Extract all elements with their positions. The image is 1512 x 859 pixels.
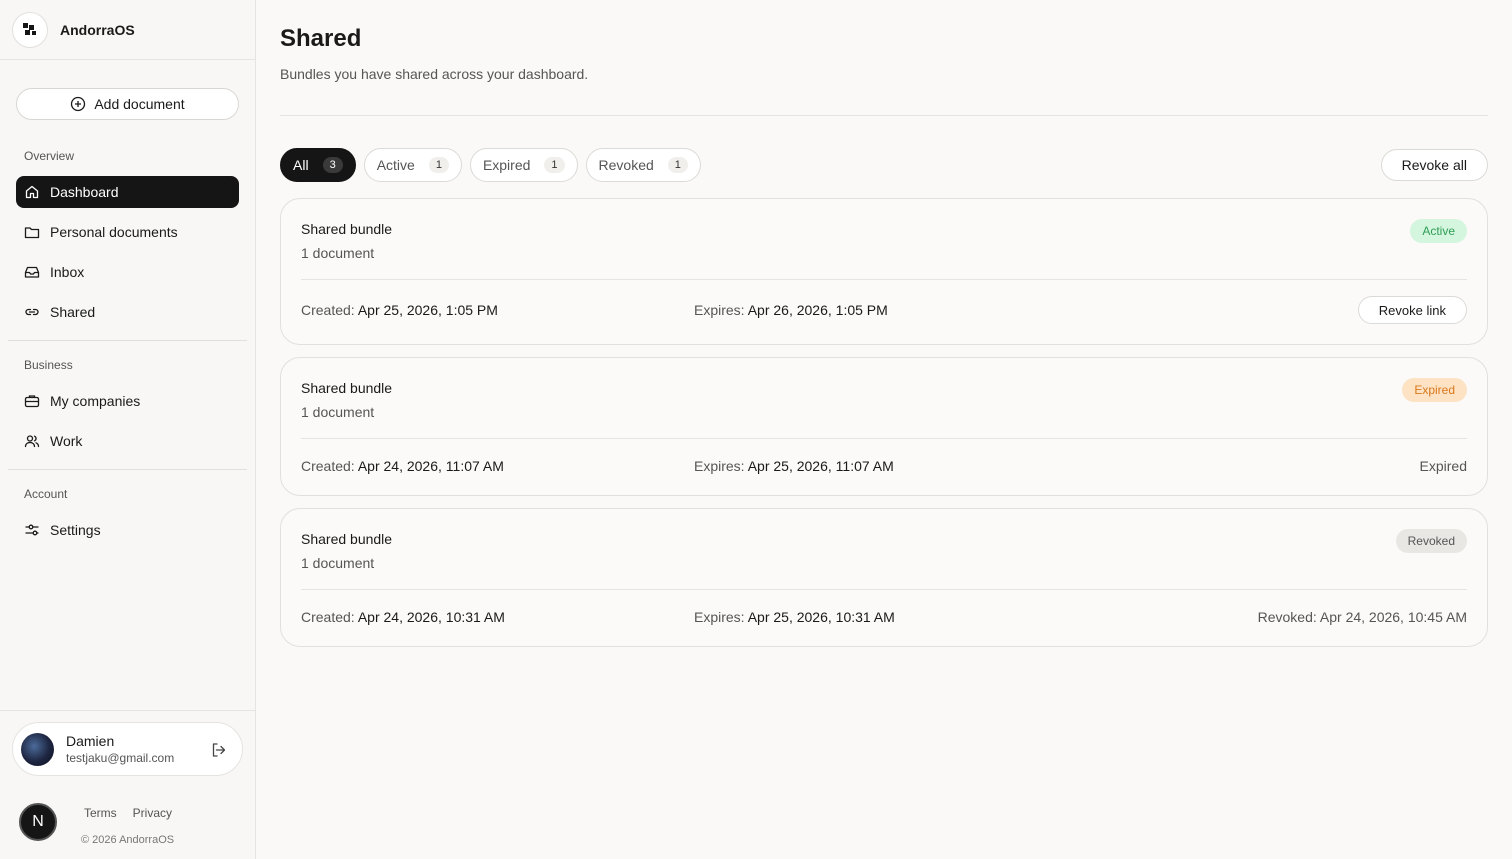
filter-tab-expired[interactable]: Expired 1	[469, 148, 578, 182]
status-badge: Active	[1410, 219, 1467, 243]
filter-tab-revoked[interactable]: Revoked 1	[585, 148, 701, 182]
brand[interactable]: AndorraOS	[0, 0, 255, 60]
revoke-all-button[interactable]: Revoke all	[1380, 149, 1488, 181]
sidebar-divider	[8, 469, 247, 470]
filter-tab-all[interactable]: All 3	[280, 148, 356, 182]
filter-label: Expired	[482, 157, 531, 173]
filter-tab-active[interactable]: Active 1	[363, 148, 462, 182]
page-subtitle: Bundles you have shared across your dash…	[280, 66, 589, 82]
folder-icon	[24, 227, 40, 239]
sidebar-item-label: My companies	[50, 393, 141, 409]
home-icon	[25, 185, 39, 199]
privacy-link[interactable]: Privacy	[133, 806, 172, 820]
filter-count: 1	[544, 157, 565, 173]
revoked-date: Revoked: Apr 24, 2026, 10:45 AM	[1257, 609, 1467, 625]
app-name: AndorraOS	[60, 21, 135, 38]
sidebar-item-label: Dashboard	[50, 184, 119, 200]
revoke-link-button[interactable]: Revoke link	[1357, 296, 1467, 324]
user-card[interactable]: Damien testjaku@gmail.com	[12, 722, 243, 776]
filter-count: 3	[322, 157, 343, 173]
inbox-icon	[24, 266, 40, 278]
footer-links: Terms Privacy	[84, 806, 172, 820]
filter-count: 1	[428, 157, 449, 173]
card-divider	[301, 589, 1467, 590]
created-date: Created: Apr 24, 2026, 11:07 AM	[301, 458, 504, 474]
filter-label: All	[293, 157, 309, 173]
app-logo-icon	[12, 11, 48, 48]
sidebar-item-inbox[interactable]: Inbox	[16, 256, 239, 288]
shared-bundle-card: Shared bundle 1 document Expired Created…	[280, 357, 1488, 496]
sidebar-item-label: Shared	[50, 304, 96, 320]
sliders-icon	[25, 524, 39, 536]
bundle-title: Shared bundle	[301, 380, 393, 396]
sidebar-item-shared[interactable]: Shared	[16, 296, 239, 328]
bundle-status-text: Expired	[1419, 458, 1467, 474]
n-badge-icon[interactable]: N	[19, 803, 57, 841]
sidebar-divider	[8, 340, 247, 341]
bundle-meta: Created: Apr 25, 2026, 1:05 PM Expires: …	[301, 296, 1467, 324]
copyright: © 2026 AndorraOS	[81, 834, 175, 846]
shared-bundle-card: Shared bundle 1 document Revoked Created…	[280, 508, 1488, 647]
status-badge: Revoked	[1395, 529, 1467, 553]
filter-label: Revoked	[598, 157, 654, 173]
created-date: Created: Apr 24, 2026, 10:31 AM	[301, 609, 505, 625]
users-icon	[24, 435, 40, 448]
user-email: testjaku@gmail.com	[66, 751, 175, 765]
bundle-document-count: 1 document	[301, 245, 375, 261]
sidebar-item-label: Settings	[50, 522, 101, 538]
terms-link[interactable]: Terms	[84, 806, 117, 820]
user-name: Damien	[66, 733, 115, 749]
filter-tabs: All 3 Active 1 Expired 1 Revoked 1	[280, 148, 701, 182]
sidebar-item-my-companies[interactable]: My companies	[16, 385, 239, 417]
sidebar-item-settings[interactable]: Settings	[16, 514, 239, 546]
plus-circle-icon	[71, 96, 86, 112]
avatar	[21, 732, 54, 766]
add-document-label: Add document	[94, 96, 185, 112]
sidebar: AndorraOS Add document Overview Dashboar…	[0, 0, 256, 859]
briefcase-icon	[24, 395, 40, 408]
header-divider	[280, 115, 1488, 116]
card-divider	[301, 438, 1467, 439]
section-label-overview: Overview	[24, 149, 75, 163]
sidebar-bottom-divider	[0, 710, 255, 711]
sidebar-item-dashboard[interactable]: Dashboard	[16, 176, 239, 208]
page-title: Shared	[280, 25, 362, 52]
bundle-title: Shared bundle	[301, 221, 393, 237]
section-label-account: Account	[24, 487, 68, 501]
section-label-business: Business	[24, 358, 73, 372]
expires-date: Expires: Apr 25, 2026, 11:07 AM	[694, 458, 894, 474]
bundle-title: Shared bundle	[301, 531, 393, 547]
sidebar-item-label: Work	[50, 433, 83, 449]
created-date: Created: Apr 25, 2026, 1:05 PM	[301, 302, 498, 318]
link-icon	[25, 308, 39, 316]
filter-label: Active	[376, 157, 415, 173]
add-document-button[interactable]: Add document	[16, 88, 239, 120]
filter-count: 1	[667, 157, 688, 173]
bundle-meta: Created: Apr 24, 2026, 10:31 AM Expires:…	[301, 607, 1467, 627]
sidebar-item-label: Personal documents	[50, 224, 178, 240]
expires-date: Expires: Apr 25, 2026, 10:31 AM	[694, 609, 895, 625]
card-divider	[301, 279, 1467, 280]
expires-date: Expires: Apr 26, 2026, 1:05 PM	[694, 302, 888, 318]
sidebar-item-personal-documents[interactable]: Personal documents	[16, 216, 239, 248]
status-badge: Expired	[1402, 378, 1467, 402]
sidebar-item-label: Inbox	[50, 264, 85, 280]
shared-bundle-card: Shared bundle 1 document Active Created:…	[280, 198, 1488, 345]
bundle-document-count: 1 document	[301, 555, 375, 571]
bundle-document-count: 1 document	[301, 404, 375, 420]
bundle-meta: Created: Apr 24, 2026, 11:07 AM Expires:…	[301, 456, 1467, 476]
logout-icon[interactable]	[210, 741, 228, 759]
sidebar-item-work[interactable]: Work	[16, 425, 239, 457]
